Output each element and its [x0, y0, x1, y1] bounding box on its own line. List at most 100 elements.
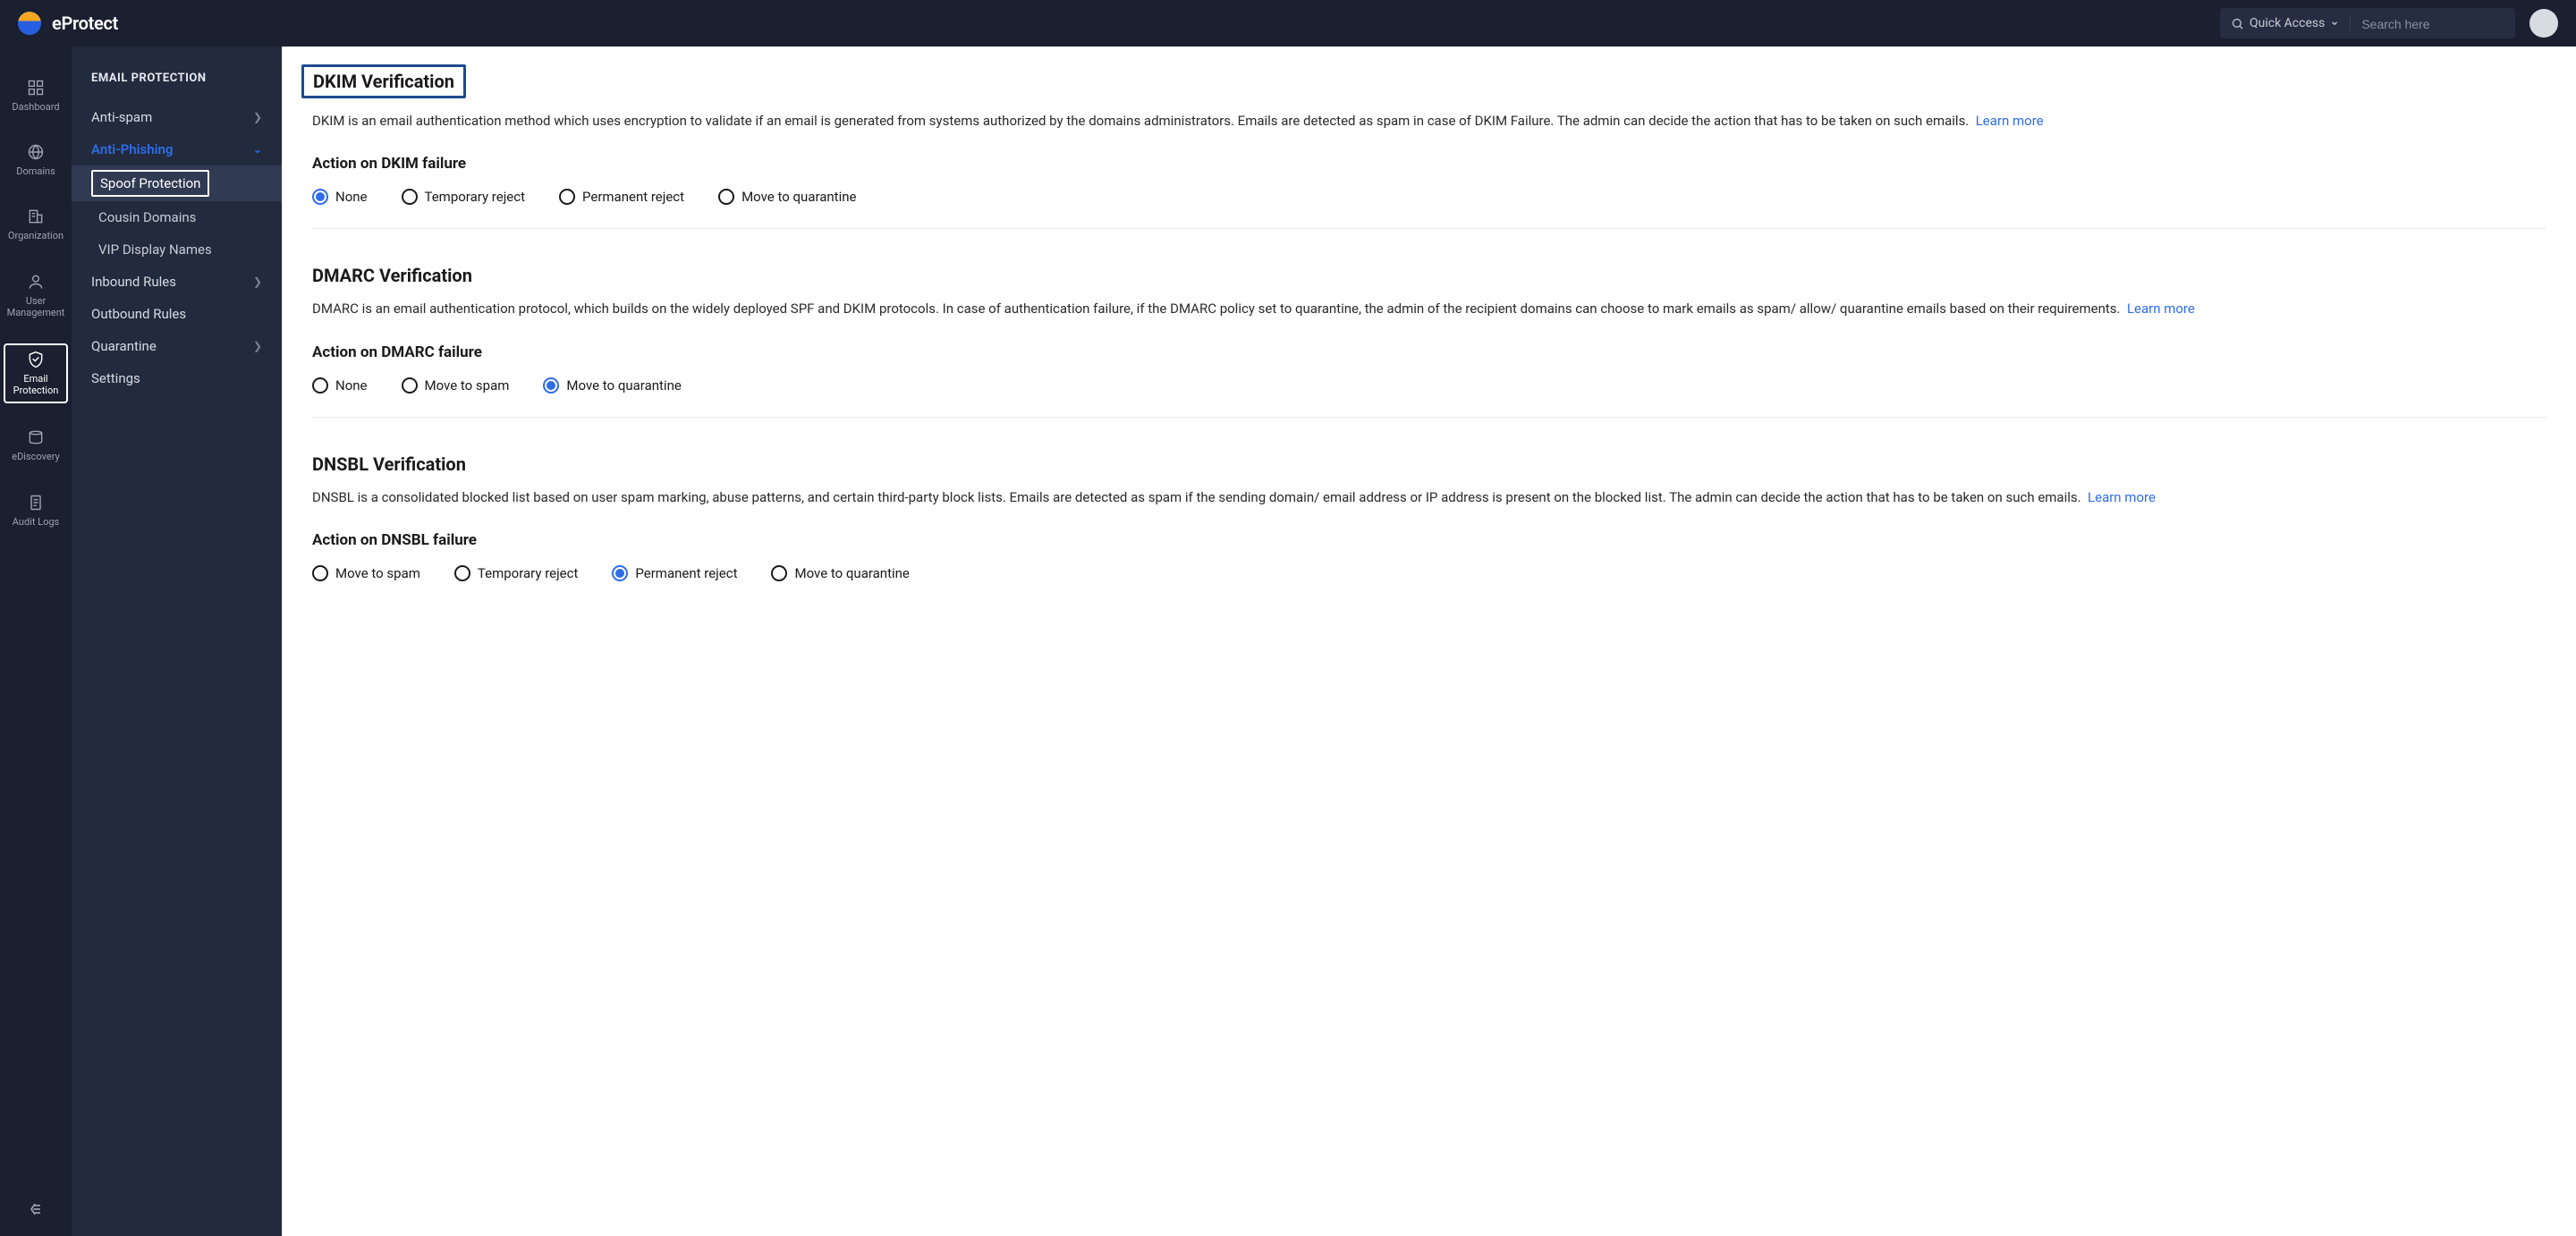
action-label: Action on DNSBL failure [312, 531, 2546, 549]
chevron-right-icon: ❯ [253, 340, 262, 352]
rail-label: Organization [8, 230, 64, 241]
radio-dnsbl-move-spam[interactable]: Move to spam [312, 565, 420, 581]
rail-label: User Management [5, 295, 66, 318]
radio-label: None [335, 189, 368, 205]
radio-label: Move to quarantine [566, 377, 681, 394]
nav-item-quarantine[interactable]: Quarantine ❯ [72, 330, 282, 362]
radio-icon [312, 377, 328, 394]
radio-label: None [335, 377, 368, 394]
rail-label: eDiscovery [12, 451, 59, 462]
radio-dkim-none[interactable]: None [312, 189, 368, 205]
search-icon [2231, 17, 2244, 30]
radio-dkim-permanent-reject[interactable]: Permanent reject [559, 189, 684, 205]
radio-icon [718, 189, 734, 205]
radio-icon [771, 565, 787, 581]
rail-label: Dashboard [12, 101, 59, 113]
nav-item-label: Anti-spam [91, 109, 152, 125]
rail-label: Email Protection [7, 373, 64, 396]
nav-item-label: Outbound Rules [91, 306, 186, 322]
radio-label: Temporary reject [425, 189, 526, 205]
radio-icon [612, 565, 628, 581]
radio-icon [312, 565, 328, 581]
rail-label: Audit Logs [13, 516, 59, 528]
rail-item-organization[interactable]: Organization [4, 202, 68, 247]
rail-label: Domains [16, 165, 55, 177]
radio-dnsbl-temporary-reject[interactable]: Temporary reject [454, 565, 579, 581]
learn-more-link[interactable]: Learn more [1976, 113, 2044, 129]
dnsbl-radio-row: Move to spam Temporary reject Permanent … [312, 565, 2546, 581]
nav-item-anti-spam[interactable]: Anti-spam ❯ [72, 101, 282, 133]
user-icon [27, 273, 45, 291]
rail-item-ediscovery[interactable]: eDiscovery [4, 423, 68, 468]
secondary-nav-title: EMAIL PROTECTION [72, 72, 282, 101]
nav-item-settings[interactable]: Settings [72, 362, 282, 394]
radio-icon [312, 189, 328, 205]
chevron-down-icon: ⌄ [253, 143, 262, 156]
top-header: eProtect Quick Access [0, 0, 2576, 47]
section-description: DKIM is an email authentication method w… [312, 111, 2546, 131]
dmarc-radio-row: None Move to spam Move to quarantine [312, 377, 2546, 394]
section-title-dkim: DKIM Verification [301, 64, 466, 98]
section-description: DNSBL is a consolidated blocked list bas… [312, 487, 2546, 508]
archive-icon [27, 428, 45, 446]
section-title-dmarc: DMARC Verification [312, 265, 472, 286]
quick-access-search-bar: Quick Access [2220, 8, 2515, 38]
section-dmarc: DMARC Verification DMARC is an email aut… [312, 265, 2546, 417]
quick-access-dropdown[interactable]: Quick Access [2231, 16, 2351, 30]
file-icon [27, 494, 45, 512]
nav-item-anti-phishing[interactable]: Anti-Phishing ⌄ [72, 133, 282, 165]
nav-item-label: Quarantine [91, 338, 157, 354]
subnav-item-label: Cousin Domains [98, 209, 196, 225]
grid-icon [27, 79, 45, 97]
dkim-radio-row: None Temporary reject Permanent reject M… [312, 189, 2546, 205]
search-input[interactable] [2361, 17, 2504, 31]
radio-dmarc-move-spam[interactable]: Move to spam [402, 377, 510, 394]
radio-icon [454, 565, 470, 581]
subnav-item-vip-display-names[interactable]: VIP Display Names [72, 233, 282, 266]
nav-item-label: Inbound Rules [91, 274, 176, 290]
section-description: DMARC is an email authentication protoco… [312, 299, 2546, 319]
brand[interactable]: eProtect [18, 12, 118, 35]
learn-more-link[interactable]: Learn more [2127, 301, 2195, 317]
action-label: Action on DKIM failure [312, 155, 2546, 173]
radio-dnsbl-move-quarantine[interactable]: Move to quarantine [771, 565, 909, 581]
icon-rail: Dashboard Domains Organization User Mana… [0, 47, 72, 1236]
chevron-right-icon: ❯ [253, 275, 262, 288]
globe-icon [27, 143, 45, 161]
chevron-down-icon [2330, 19, 2339, 28]
radio-icon [543, 377, 559, 394]
radio-dkim-temporary-reject[interactable]: Temporary reject [402, 189, 526, 205]
radio-icon [559, 189, 575, 205]
section-dnsbl: DNSBL Verification DNSBL is a consolidat… [312, 453, 2546, 605]
quick-access-label: Quick Access [2250, 16, 2325, 30]
rail-item-audit-logs[interactable]: Audit Logs [4, 488, 68, 533]
subnav-item-spoof-protection[interactable]: Spoof Protection [72, 165, 282, 201]
radio-dkim-move-quarantine[interactable]: Move to quarantine [718, 189, 856, 205]
nav-item-outbound-rules[interactable]: Outbound Rules [72, 298, 282, 330]
action-label: Action on DMARC failure [312, 343, 2546, 361]
collapse-sidebar-button[interactable] [27, 1200, 45, 1222]
shield-icon [27, 351, 45, 368]
radio-dmarc-none[interactable]: None [312, 377, 368, 394]
rail-item-dashboard[interactable]: Dashboard [4, 73, 68, 118]
radio-label: Permanent reject [582, 189, 684, 205]
rail-item-email-protection[interactable]: Email Protection [4, 343, 68, 403]
chevron-right-icon: ❯ [253, 111, 262, 123]
radio-icon [402, 377, 418, 394]
main-content: DKIM Verification DKIM is an email authe… [282, 47, 2576, 1236]
rail-item-user-management[interactable]: User Management [4, 267, 68, 324]
radio-label: Move to spam [335, 565, 420, 581]
section-dkim: DKIM Verification DKIM is an email authe… [312, 68, 2546, 229]
rail-item-domains[interactable]: Domains [4, 138, 68, 182]
subnav-item-cousin-domains[interactable]: Cousin Domains [72, 201, 282, 233]
radio-label: Temporary reject [478, 565, 579, 581]
avatar[interactable] [2529, 9, 2558, 38]
brand-logo-icon [18, 12, 41, 35]
brand-name: eProtect [52, 13, 118, 34]
radio-dmarc-move-quarantine[interactable]: Move to quarantine [543, 377, 681, 394]
learn-more-link[interactable]: Learn more [2088, 489, 2156, 505]
radio-dnsbl-permanent-reject[interactable]: Permanent reject [612, 565, 737, 581]
collapse-icon [27, 1200, 45, 1218]
nav-item-inbound-rules[interactable]: Inbound Rules ❯ [72, 266, 282, 298]
building-icon [27, 207, 45, 225]
